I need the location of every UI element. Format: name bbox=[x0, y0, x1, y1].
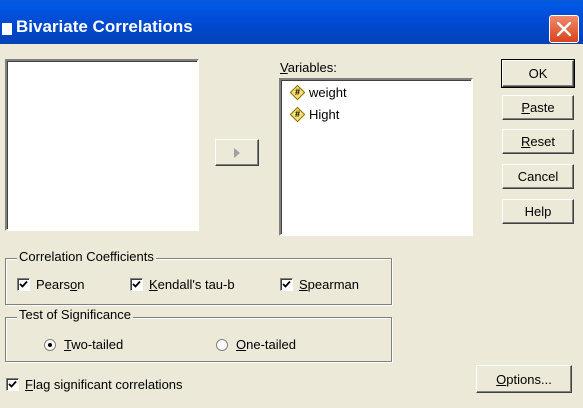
list-item[interactable]: # Hight bbox=[289, 106, 339, 122]
scale-variable-icon: # bbox=[289, 106, 305, 122]
kendall-checkbox[interactable] bbox=[130, 278, 143, 291]
pearson-label: Pearson bbox=[36, 277, 85, 292]
right-arrow-icon bbox=[234, 147, 240, 158]
close-button[interactable] bbox=[549, 15, 579, 43]
options-button[interactable]: Options... bbox=[476, 365, 572, 393]
checkmark-icon bbox=[282, 280, 291, 288]
checkmark-icon bbox=[132, 280, 141, 288]
two-tailed-radio[interactable] bbox=[44, 338, 56, 351]
spearman-checkbox[interactable] bbox=[280, 278, 293, 291]
cancel-button[interactable]: Cancel bbox=[502, 164, 574, 189]
source-variable-list[interactable] bbox=[5, 59, 199, 231]
kendall-label: Kendall's tau-b bbox=[149, 277, 235, 292]
ok-button[interactable]: OK bbox=[501, 59, 575, 88]
pearson-checkbox[interactable] bbox=[17, 278, 30, 291]
pearson-option[interactable]: Pearson bbox=[17, 277, 84, 292]
spearman-label: Spearman bbox=[299, 277, 359, 292]
correlation-coefficients-legend: Correlation Coefficients bbox=[17, 249, 156, 264]
kendall-option[interactable]: Kendall's tau-b bbox=[130, 277, 235, 292]
one-tailed-option[interactable]: One-tailed bbox=[216, 337, 296, 352]
help-button[interactable]: Help bbox=[502, 199, 574, 224]
variables-list[interactable]: # weight # Hight bbox=[279, 78, 473, 236]
reset-button[interactable]: Reset bbox=[502, 129, 574, 154]
window-icon bbox=[2, 23, 12, 35]
flag-significant-option[interactable]: Flag significant correlations bbox=[6, 377, 183, 392]
variables-label: Variables: bbox=[280, 60, 337, 75]
paste-button[interactable]: Paste bbox=[502, 95, 574, 120]
two-tailed-label: Two-tailed bbox=[64, 337, 124, 352]
move-variable-button[interactable] bbox=[215, 139, 259, 166]
two-tailed-option[interactable]: Two-tailed bbox=[44, 337, 123, 352]
scale-variable-icon: # bbox=[289, 84, 305, 100]
flag-significant-label: Flag significant correlations bbox=[25, 377, 183, 392]
flag-significant-checkbox[interactable] bbox=[6, 378, 19, 391]
variable-name: weight bbox=[309, 84, 347, 100]
checkmark-icon bbox=[8, 380, 17, 388]
test-of-significance-legend: Test of Significance bbox=[17, 307, 134, 322]
checkmark-icon bbox=[19, 280, 28, 288]
one-tailed-radio[interactable] bbox=[216, 338, 228, 351]
variable-name: Hight bbox=[309, 106, 340, 122]
close-x-icon bbox=[556, 21, 572, 37]
one-tailed-label: One-tailed bbox=[236, 337, 296, 352]
window-title: Bivariate Correlations bbox=[16, 17, 193, 36]
spearman-option[interactable]: Spearman bbox=[280, 277, 359, 292]
list-item[interactable]: # weight bbox=[289, 84, 347, 100]
